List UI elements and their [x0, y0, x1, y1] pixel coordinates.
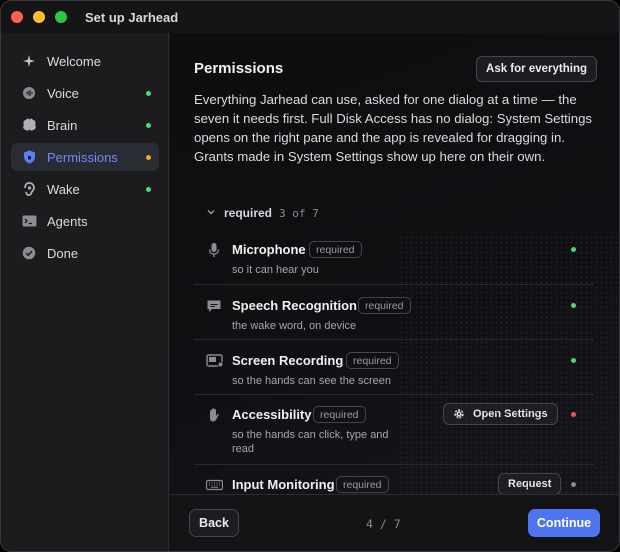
- status-dot-ok: [571, 303, 576, 308]
- sidebar-item-label: Permissions: [47, 149, 118, 165]
- permissions-pane[interactable]: Permissions Ask for everything Everythin…: [170, 33, 619, 495]
- speech-bubble-icon: [207, 300, 221, 312]
- permission-title: Accessibility: [232, 407, 312, 422]
- gear-icon: [454, 409, 464, 419]
- continue-button[interactable]: Continue: [528, 509, 600, 537]
- status-dot-ok: [571, 247, 576, 252]
- group-label[interactable]: required: [224, 206, 272, 220]
- permission-row-accessibility: Accessibility required so the hands can …: [194, 394, 594, 464]
- sidebar: Welcome Voice Brain Permissions Wake Age…: [1, 33, 169, 551]
- back-button[interactable]: Back: [189, 509, 239, 537]
- status-dot-ok: [146, 91, 151, 96]
- status-dot-pending: [146, 155, 151, 160]
- sidebar-item-brain[interactable]: Brain: [11, 111, 159, 139]
- step-indicator: 4 / 7: [366, 517, 401, 531]
- status-dot-ok: [146, 187, 151, 192]
- required-badge: required: [309, 241, 362, 258]
- required-badge: required: [358, 297, 411, 314]
- status-dot-ok: [571, 358, 576, 363]
- required-badge: required: [313, 406, 366, 423]
- check-circle-icon: [21, 245, 37, 261]
- setup-window: Set up Jarhead Welcome Voice Brain Permi…: [0, 0, 620, 552]
- sidebar-item-permissions[interactable]: Permissions: [11, 143, 159, 171]
- permission-subtitle: so it can hear you: [232, 264, 319, 276]
- permissions-description: Everything Jarhead can use, asked for on…: [194, 92, 593, 164]
- open-settings-label: Open Settings: [473, 408, 548, 420]
- permission-title: Screen Recording: [232, 353, 344, 368]
- permission-row-screen-recording: Screen Recording required so the hands c…: [194, 339, 594, 394]
- status-dot-ok: [146, 123, 151, 128]
- permission-subtitle: the wake word, on device: [232, 320, 357, 332]
- status-dot-error: [571, 412, 576, 417]
- ear-icon: [21, 181, 37, 197]
- sidebar-item-label: Voice: [47, 85, 79, 101]
- sidebar-item-label: Wake: [47, 181, 80, 197]
- sidebar-item-label: Agents: [47, 213, 88, 229]
- sidebar-item-label: Brain: [47, 117, 78, 133]
- permission-row-speech-recognition: Speech Recognition required the wake wor…: [194, 284, 594, 339]
- close-window-button[interactable]: [11, 11, 23, 23]
- ask-for-everything-button[interactable]: Ask for everything: [476, 56, 597, 82]
- brain-icon: [21, 117, 37, 133]
- screen-icon: [206, 354, 224, 368]
- sidebar-item-label: Welcome: [47, 53, 101, 69]
- sidebar-item-welcome[interactable]: Welcome: [11, 47, 159, 75]
- page-title: Permissions: [194, 60, 284, 77]
- permission-title: Microphone: [232, 242, 306, 257]
- status-dot-neutral: [571, 482, 576, 487]
- chevron-down-icon[interactable]: [206, 207, 216, 217]
- footer-bar: Back 4 / 7 Continue: [170, 494, 619, 551]
- permission-row-input-monitoring: Input Monitoring required Request: [194, 464, 594, 495]
- sidebar-item-voice[interactable]: Voice: [11, 79, 159, 107]
- permission-subtitle: so the hands can see the screen: [232, 375, 391, 387]
- request-button[interactable]: Request: [498, 473, 562, 495]
- permission-row-microphone: Microphone required so it can hear you: [194, 229, 594, 284]
- terminal-icon: [21, 213, 37, 229]
- required-badge: required: [346, 352, 399, 369]
- shield-icon: [21, 149, 37, 165]
- sidebar-item-agents[interactable]: Agents: [11, 207, 159, 235]
- permission-title: Input Monitoring: [232, 477, 335, 492]
- permission-title: Speech Recognition: [232, 298, 357, 313]
- group-count: 3 of 7: [279, 207, 319, 220]
- keyboard-icon: [206, 479, 223, 491]
- voice-icon: [21, 85, 37, 101]
- window-title: Set up Jarhead: [85, 10, 179, 25]
- sidebar-item-wake[interactable]: Wake: [11, 175, 159, 203]
- zoom-window-button[interactable]: [55, 11, 67, 23]
- microphone-icon: [208, 243, 220, 257]
- sparkle-icon: [21, 53, 37, 69]
- sidebar-item-done[interactable]: Done: [11, 239, 159, 267]
- minimize-window-button[interactable]: [33, 11, 45, 23]
- open-settings-button[interactable]: Open Settings: [443, 403, 558, 425]
- title-bar: Set up Jarhead: [1, 1, 619, 33]
- permission-subtitle: so the hands can click, type and read: [232, 429, 389, 455]
- sidebar-item-label: Done: [47, 245, 79, 261]
- hand-icon: [210, 408, 219, 422]
- required-badge: required: [336, 476, 389, 493]
